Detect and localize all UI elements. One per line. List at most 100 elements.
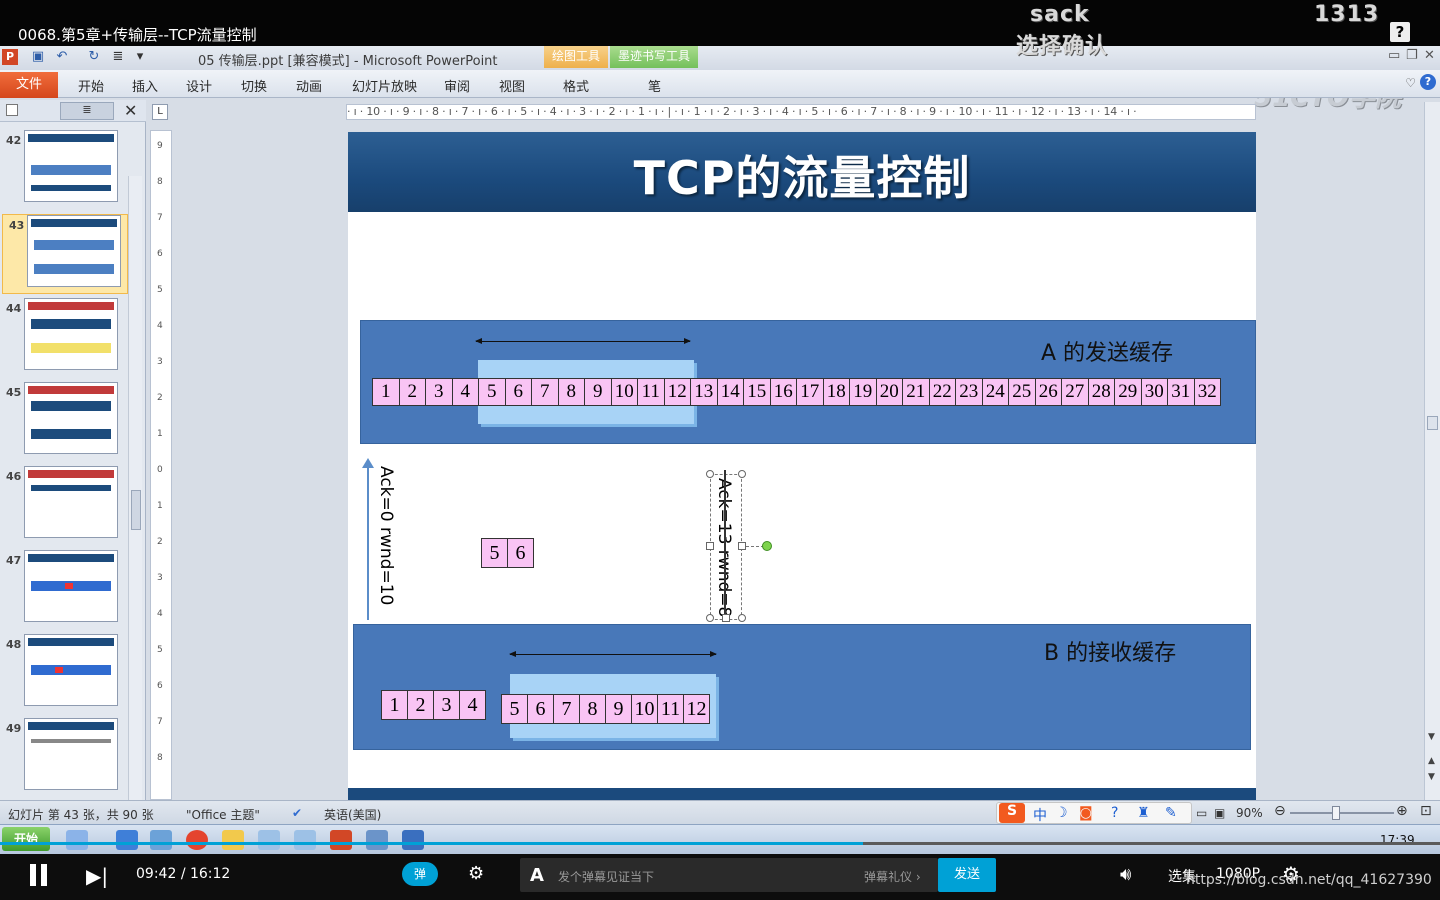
rotation-handle[interactable] xyxy=(762,541,772,551)
save-icon[interactable]: ▣ xyxy=(30,49,46,65)
restore-icon[interactable]: ❐ xyxy=(1406,48,1418,63)
spellcheck-icon[interactable]: ✔ xyxy=(292,806,302,820)
tab-view[interactable]: 视图 xyxy=(499,76,525,95)
zoom-level[interactable]: 90% xyxy=(1236,806,1263,820)
slide-thumbnail[interactable]: 46 xyxy=(0,466,126,546)
powerpoint-app-icon[interactable]: P xyxy=(2,49,18,65)
buffer-cell: 19 xyxy=(849,378,877,406)
powerpoint-taskbar-icon[interactable] xyxy=(330,830,352,850)
slide-preview xyxy=(24,634,118,706)
pause-icon[interactable] xyxy=(30,864,50,886)
tab-transitions[interactable]: 切换 xyxy=(241,76,267,95)
slide-number: 45 xyxy=(6,386,22,399)
folder-icon[interactable] xyxy=(222,830,244,850)
next-slide-icon[interactable]: ▼ xyxy=(1428,772,1435,782)
bullets-icon[interactable]: ≣ xyxy=(110,49,126,65)
buffer-cell: 7 xyxy=(553,694,580,724)
resize-handle[interactable] xyxy=(738,614,746,622)
tab-slideshow[interactable]: 幻灯片放映 xyxy=(352,76,417,95)
next-icon[interactable]: ▶| xyxy=(86,864,108,888)
slide-thumbnail-active[interactable]: 43 xyxy=(2,214,128,294)
taskbar-app-icon[interactable] xyxy=(402,830,424,850)
tab-pen[interactable]: 笔 xyxy=(648,76,661,95)
powerpoint-window: P ▣ ↶ ↻ ≣ ▾ 05 传输层.ppt [兼容模式] - Microsof… xyxy=(0,46,1440,854)
zoom-in-icon[interactable]: ⊕ xyxy=(1396,803,1408,819)
ime-toolbar: S 中 ☽ ◙ ? ♜ ✎ xyxy=(996,802,1192,824)
customize-qat-icon[interactable]: ▾ xyxy=(132,49,148,65)
slide-thumbnail[interactable]: 44 xyxy=(0,298,126,378)
ie-icon[interactable] xyxy=(116,830,138,850)
outline-tab-icon[interactable]: ≣ xyxy=(60,102,114,120)
close-icon[interactable]: ✕ xyxy=(1424,48,1435,63)
language-indicator[interactable]: 英语(美国) xyxy=(324,806,381,823)
tab-design[interactable]: 设计 xyxy=(186,76,212,95)
tab-review[interactable]: 审阅 xyxy=(444,76,470,95)
resize-handle[interactable] xyxy=(706,542,714,550)
resize-handle[interactable] xyxy=(738,542,746,550)
slide-thumbnail[interactable]: 47 xyxy=(0,550,126,630)
close-pane-icon[interactable]: ✕ xyxy=(124,101,137,120)
resize-handle[interactable] xyxy=(706,470,714,478)
danmu-toggle[interactable]: 弹 xyxy=(402,862,438,886)
slide-thumbnail[interactable]: 48 xyxy=(0,634,126,714)
normal-view-icon[interactable]: ▭ xyxy=(1196,806,1207,820)
tab-insert[interactable]: 插入 xyxy=(132,76,158,95)
help-icon[interactable]: ? xyxy=(1390,22,1410,42)
zoom-out-icon[interactable]: ⊖ xyxy=(1274,803,1286,819)
slide-preview xyxy=(24,718,118,790)
help-icon[interactable]: ? xyxy=(1111,805,1118,821)
prev-slide-icon[interactable]: ▲ xyxy=(1428,756,1435,766)
undo-icon[interactable]: ↶ xyxy=(54,49,70,65)
tab-home[interactable]: 开始 xyxy=(78,76,104,95)
moon-icon[interactable]: ☽ xyxy=(1055,805,1068,821)
zoom-slider[interactable] xyxy=(1290,812,1394,814)
help-icon[interactable]: ? xyxy=(1420,74,1436,90)
danmu-settings-icon[interactable]: ⚙ xyxy=(468,863,484,884)
minimize-icon[interactable]: ▭ xyxy=(1388,48,1400,63)
wrench-icon[interactable]: ✎ xyxy=(1165,805,1177,821)
zoom-slider-knob[interactable] xyxy=(1332,806,1340,820)
resize-handle[interactable] xyxy=(706,614,714,622)
danmu-style-icon[interactable]: A xyxy=(530,865,544,886)
slides-pane-scrollbar[interactable] xyxy=(128,176,142,846)
minimize-ribbon-icon[interactable]: ♡ xyxy=(1405,76,1416,90)
taskbar-app-icon[interactable] xyxy=(366,830,388,850)
theme-name[interactable]: "Office 主题" xyxy=(186,806,260,823)
slide-number: 49 xyxy=(6,722,22,735)
resize-handle[interactable] xyxy=(722,614,730,622)
chrome-icon[interactable] xyxy=(186,830,208,850)
danmu-input[interactable]: A 发个弹幕见证当下 弹幕礼仪 › xyxy=(520,858,938,892)
taskbar-app-icon[interactable] xyxy=(150,830,172,850)
buffer-cell: 23 xyxy=(955,378,983,406)
slide-thumbnail[interactable]: 45 xyxy=(0,382,126,462)
ime-mode-zh[interactable]: 中 xyxy=(1033,805,1047,825)
scroll-down-icon[interactable]: ▼ xyxy=(1428,732,1435,742)
taskbar-app-icon[interactable] xyxy=(66,830,88,850)
slide-thumbnail[interactable]: 49 xyxy=(0,718,126,798)
danmu-etiquette-link[interactable]: 弹幕礼仪 › xyxy=(864,868,921,885)
video-progress-bar[interactable] xyxy=(0,842,1440,845)
resize-handle[interactable] xyxy=(738,470,746,478)
tab-animations[interactable]: 动画 xyxy=(296,76,322,95)
tab-file[interactable]: 文件 xyxy=(0,72,58,98)
scrollbar-thumb[interactable] xyxy=(131,490,141,530)
taskbar-app-icon[interactable] xyxy=(258,830,280,850)
ruler-label: 3 xyxy=(157,357,163,367)
tab-stop-selector[interactable]: L xyxy=(152,104,168,120)
taskbar-app-icon[interactable] xyxy=(294,830,316,850)
sogou-icon[interactable]: S xyxy=(999,803,1025,823)
slides-tab-icon[interactable] xyxy=(6,104,18,116)
shirt-icon[interactable]: ♜ xyxy=(1137,805,1150,821)
slide-canvas[interactable]: TCP的流量控制 A 的发送缓存 1 2 3 4 5 6 7 8 9 10 11 12 13 14 15 16… xyxy=(348,132,1256,800)
tab-format[interactable]: 格式 xyxy=(563,76,589,95)
send-danmu-button[interactable]: 发送 xyxy=(938,858,996,892)
reading-view-icon[interactable]: ▣ xyxy=(1214,806,1225,820)
slide-thumbnail[interactable]: 42 xyxy=(0,130,126,210)
volume-icon[interactable]: 🔊︎ xyxy=(1120,864,1131,885)
skin-icon[interactable]: ◙ xyxy=(1079,805,1093,821)
fit-slide-icon[interactable]: ⊡ xyxy=(1420,803,1432,819)
editor-scrollbar[interactable]: ▼ ▲ ▼ xyxy=(1424,102,1440,800)
scrollbar-thumb[interactable] xyxy=(1427,416,1438,430)
redo-icon[interactable]: ↻ xyxy=(86,49,102,65)
start-button[interactable]: 开始 xyxy=(2,827,50,851)
